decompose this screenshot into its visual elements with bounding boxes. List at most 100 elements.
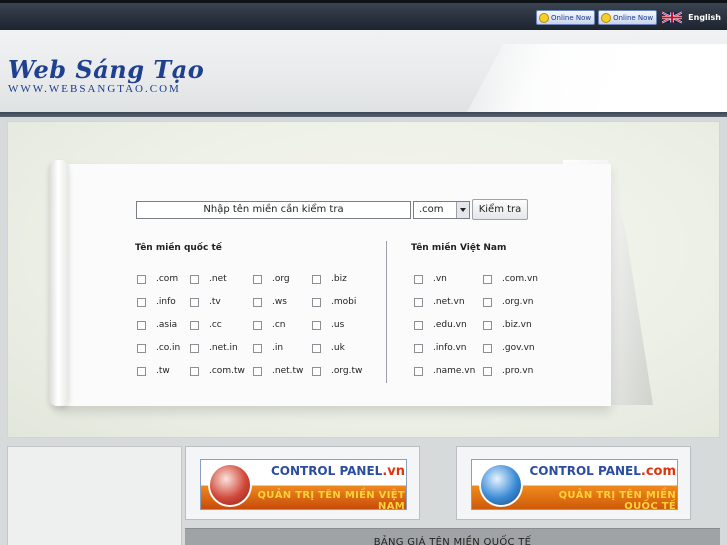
domain-checkbox-item[interactable]: .cc bbox=[190, 320, 222, 330]
checkbox[interactable] bbox=[190, 274, 199, 284]
domain-label: .org.tw bbox=[331, 366, 363, 376]
checkbox[interactable] bbox=[253, 320, 262, 330]
domain-label: .biz bbox=[331, 274, 347, 284]
domain-check-panel: Nhập tên miền cần kiểm tra .com Kiểm tra… bbox=[7, 121, 720, 438]
vietnam-domains-title: Tên miền Việt Nam bbox=[411, 243, 507, 253]
domain-label: .cc bbox=[209, 320, 222, 330]
domain-label: .in bbox=[272, 343, 284, 353]
checkbox[interactable] bbox=[414, 320, 423, 330]
checkbox[interactable] bbox=[312, 366, 321, 376]
chevron-down-icon bbox=[456, 202, 469, 218]
logo-title: Web Sáng Tạo bbox=[8, 55, 205, 84]
domain-label: .info bbox=[156, 297, 176, 307]
checkbox[interactable] bbox=[137, 320, 146, 330]
domain-checkbox-item[interactable]: .org.tw bbox=[312, 366, 362, 376]
domain-checkbox-item[interactable]: .tv bbox=[190, 297, 221, 307]
top-bar: Online Now Online Now English bbox=[0, 0, 727, 30]
checkbox[interactable] bbox=[312, 274, 321, 284]
checkbox[interactable] bbox=[414, 297, 423, 307]
domain-checkbox-item[interactable]: .co.in bbox=[137, 343, 180, 353]
checkbox[interactable] bbox=[190, 343, 199, 353]
checkbox[interactable] bbox=[483, 297, 492, 307]
domain-checkbox-item[interactable]: .edu.vn bbox=[414, 320, 467, 330]
domain-checkbox-item[interactable]: .net.in bbox=[190, 343, 238, 353]
checkbox[interactable] bbox=[483, 366, 492, 376]
domain-label: .org.vn bbox=[502, 297, 534, 307]
domain-checkbox-item[interactable]: .org bbox=[253, 274, 290, 284]
domain-checkbox-item[interactable]: .cn bbox=[253, 320, 286, 330]
checkbox[interactable] bbox=[414, 366, 423, 376]
checkbox[interactable] bbox=[137, 274, 146, 284]
checkbox[interactable] bbox=[312, 297, 321, 307]
domain-checkbox-item[interactable]: .info.vn bbox=[414, 343, 466, 353]
domain-label: .net bbox=[209, 274, 227, 284]
domain-checkbox-item[interactable]: .info bbox=[137, 297, 176, 307]
domain-checkbox-item[interactable]: .ws bbox=[253, 297, 287, 307]
left-sidebar-box bbox=[7, 446, 182, 545]
domain-label: .edu.vn bbox=[433, 320, 467, 330]
domain-label: .net.tw bbox=[272, 366, 304, 376]
domain-checkbox-item[interactable]: .in bbox=[253, 343, 283, 353]
checkbox[interactable] bbox=[312, 343, 321, 353]
domain-checkbox-item[interactable]: .net.tw bbox=[253, 366, 303, 376]
checkbox[interactable] bbox=[253, 297, 262, 307]
domain-checkbox-item[interactable]: .vn bbox=[414, 274, 447, 284]
domain-checkbox-item[interactable]: .biz.vn bbox=[483, 320, 532, 330]
checkbox[interactable] bbox=[312, 320, 321, 330]
domain-search-input[interactable]: Nhập tên miền cần kiểm tra bbox=[136, 201, 411, 219]
top-bar-actions: Online Now Online Now English bbox=[536, 10, 721, 25]
domain-checkbox-item[interactable]: .mobi bbox=[312, 297, 356, 307]
domain-label: .info.vn bbox=[433, 343, 467, 353]
domain-checkbox-item[interactable]: .tw bbox=[137, 366, 170, 376]
domain-checkbox-item[interactable]: .net.vn bbox=[414, 297, 465, 307]
domain-checkbox-item[interactable]: .us bbox=[312, 320, 344, 330]
domain-checkbox-item[interactable]: .gov.vn bbox=[483, 343, 535, 353]
uk-flag-icon[interactable] bbox=[662, 11, 683, 24]
header-decoration bbox=[467, 44, 727, 112]
language-link[interactable]: English bbox=[688, 13, 721, 22]
domain-label: .net.in bbox=[209, 343, 238, 353]
domain-checkbox-item[interactable]: .com.tw bbox=[190, 366, 245, 376]
domain-label: .name.vn bbox=[433, 366, 476, 376]
domain-checkbox-item[interactable]: .net bbox=[190, 274, 227, 284]
international-domains-title: Tên miền quốc tế bbox=[135, 243, 222, 253]
checkbox[interactable] bbox=[137, 343, 146, 353]
domain-checkbox-item[interactable]: .com.vn bbox=[483, 274, 538, 284]
checkbox[interactable] bbox=[137, 297, 146, 307]
domain-label: .us bbox=[331, 320, 345, 330]
checkbox[interactable] bbox=[414, 343, 423, 353]
checkbox[interactable] bbox=[253, 366, 262, 376]
header-divider bbox=[0, 112, 727, 117]
checkbox[interactable] bbox=[190, 320, 199, 330]
control-panel-com-banner[interactable]: CONTROL PANEL.com QUẢN TRỊ TÊN MIỀN QUỐC… bbox=[471, 459, 678, 510]
control-panel-vn-box: CONTROL PANEL.vn QUẢN TRỊ TÊN MIỀN VIỆT … bbox=[185, 446, 420, 520]
site-logo[interactable]: Web Sáng Tạo WWW.WEBSANGTAO.COM bbox=[8, 55, 204, 95]
page: Online Now Online Now English Web Sáng T… bbox=[0, 0, 727, 545]
checkbox[interactable] bbox=[253, 343, 262, 353]
domain-checkbox-item[interactable]: .com bbox=[137, 274, 178, 284]
checkbox[interactable] bbox=[483, 274, 492, 284]
yahoo-smiley-icon bbox=[601, 12, 612, 23]
domain-checkbox-item[interactable]: .org.vn bbox=[483, 297, 534, 307]
control-panel-vn-banner[interactable]: CONTROL PANEL.vn QUẢN TRỊ TÊN MIỀN VIỆT … bbox=[200, 459, 407, 510]
checkbox[interactable] bbox=[253, 274, 262, 284]
checkbox[interactable] bbox=[190, 297, 199, 307]
header: Web Sáng Tạo WWW.WEBSANGTAO.COM bbox=[0, 30, 727, 112]
online-support-button-2[interactable]: Online Now bbox=[598, 10, 658, 25]
domain-checkbox-item[interactable]: .name.vn bbox=[414, 366, 475, 376]
domain-checkbox-item[interactable]: .uk bbox=[312, 343, 345, 353]
check-domain-button[interactable]: Kiểm tra bbox=[472, 199, 528, 220]
online-support-button-1[interactable]: Online Now bbox=[536, 10, 596, 25]
globe-icon bbox=[210, 465, 250, 505]
domain-checkbox-item[interactable]: .asia bbox=[137, 320, 177, 330]
checkbox[interactable] bbox=[190, 366, 199, 376]
checkbox[interactable] bbox=[414, 274, 423, 284]
domain-label: .mobi bbox=[331, 297, 357, 307]
domain-checkbox-item[interactable]: .pro.vn bbox=[483, 366, 533, 376]
checkbox[interactable] bbox=[483, 343, 492, 353]
domain-label: .tv bbox=[209, 297, 221, 307]
checkbox[interactable] bbox=[137, 366, 146, 376]
domain-checkbox-item[interactable]: .biz bbox=[312, 274, 347, 284]
tld-select[interactable]: .com bbox=[413, 201, 470, 219]
checkbox[interactable] bbox=[483, 320, 492, 330]
